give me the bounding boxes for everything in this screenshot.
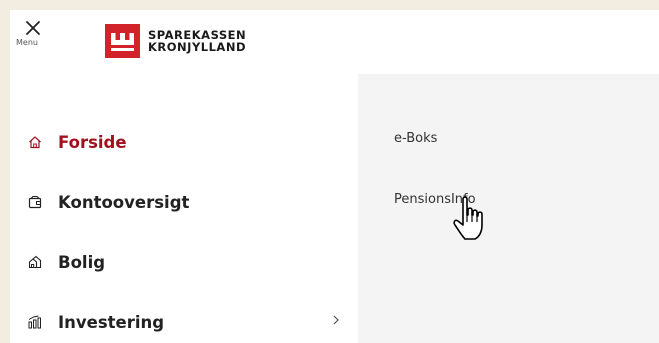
wallet-icon: [28, 195, 42, 209]
nav-item-bolig[interactable]: Bolig: [28, 247, 340, 277]
app-frame: Menu SPAREKASSEN KRONJYLLAND Forside Kon…: [10, 10, 659, 343]
chevron-right-icon: [333, 315, 339, 325]
close-icon: [26, 21, 40, 35]
nav-label-investering: Investering: [58, 312, 165, 332]
nav-item-kontooversigt[interactable]: Kontooversigt: [28, 187, 340, 217]
nav-label-bolig: Bolig: [58, 252, 106, 272]
home-icon: [29, 136, 41, 149]
main-navigation: Forside Kontooversigt Bolig Investering: [10, 74, 358, 343]
nav-label-kontooversigt: Kontooversigt: [58, 192, 190, 212]
crown-logo-icon: [105, 24, 140, 58]
logo-wordmark: SPAREKASSEN KRONJYLLAND: [148, 29, 246, 53]
house-icon: [28, 255, 42, 269]
submenu-link-eboks[interactable]: e-Boks: [394, 131, 437, 146]
nav-label-forside: Forside: [58, 132, 127, 152]
logo-line-2: KRONJYLLAND: [148, 40, 246, 54]
hand-pointer-icon: [453, 196, 483, 240]
menu-label: Menu: [16, 38, 38, 47]
submenu-panel: e-Boks PensionsInfo: [358, 74, 659, 343]
sparekassen-logo[interactable]: SPAREKASSEN KRONJYLLAND: [105, 24, 246, 58]
nav-item-investering[interactable]: Investering: [28, 307, 340, 337]
menu-button[interactable]: Menu: [16, 20, 50, 47]
nav-item-forside[interactable]: Forside: [28, 127, 340, 157]
chart-bars-icon: [28, 315, 41, 329]
